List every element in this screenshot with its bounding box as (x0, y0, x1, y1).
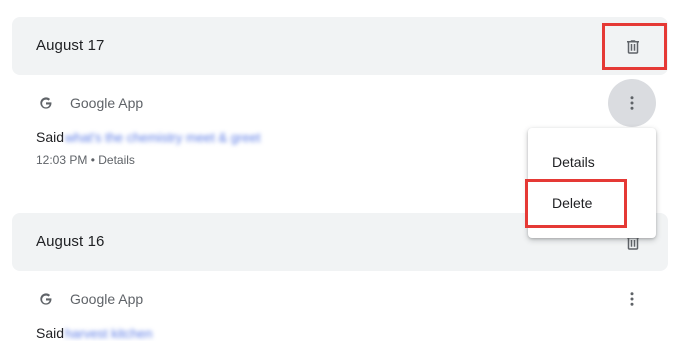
google-g-icon (36, 289, 56, 309)
said-line: Saidharvest kitchen (36, 325, 152, 341)
more-vert-icon (623, 290, 641, 308)
google-g-icon (36, 93, 56, 113)
said-prefix: Said (36, 325, 65, 341)
delete-highlight-annotation (525, 179, 627, 228)
more-options-button[interactable] (608, 275, 656, 323)
said-prefix: Said (36, 129, 65, 145)
menu-item-details[interactable]: Details (528, 142, 656, 182)
date-group-header: August 17 (12, 17, 668, 75)
said-line: Saidwhat's the chemistry meet & greet (36, 129, 260, 145)
timestamp-details: 12:03 PM • Details (36, 153, 135, 167)
more-vert-icon (623, 94, 641, 112)
app-name: Google App (70, 95, 144, 111)
blurred-query-link[interactable]: what's the chemistry meet & greet (65, 130, 260, 145)
date-label: August 17 (36, 37, 105, 54)
trash-highlight-annotation (602, 23, 667, 70)
more-options-button[interactable] (608, 79, 656, 127)
date-label: August 16 (36, 233, 105, 250)
app-name: Google App (70, 291, 144, 307)
